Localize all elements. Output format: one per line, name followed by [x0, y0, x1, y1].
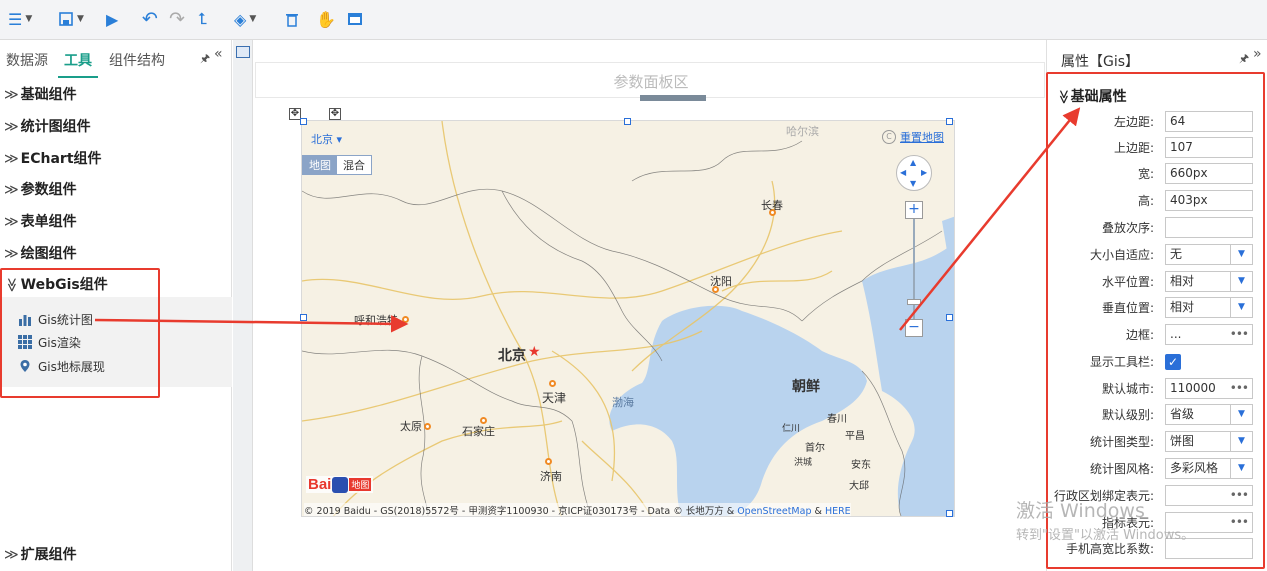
windows-activation-hint: 转到"设置"以激活 Windows。: [1016, 528, 1195, 543]
windows-activation-watermark: 激活 Windows: [1016, 500, 1145, 522]
arrow-to-properties: [899, 107, 1081, 331]
arrow-to-map: [94, 315, 409, 333]
annotation-arrows: [94, 107, 1081, 333]
